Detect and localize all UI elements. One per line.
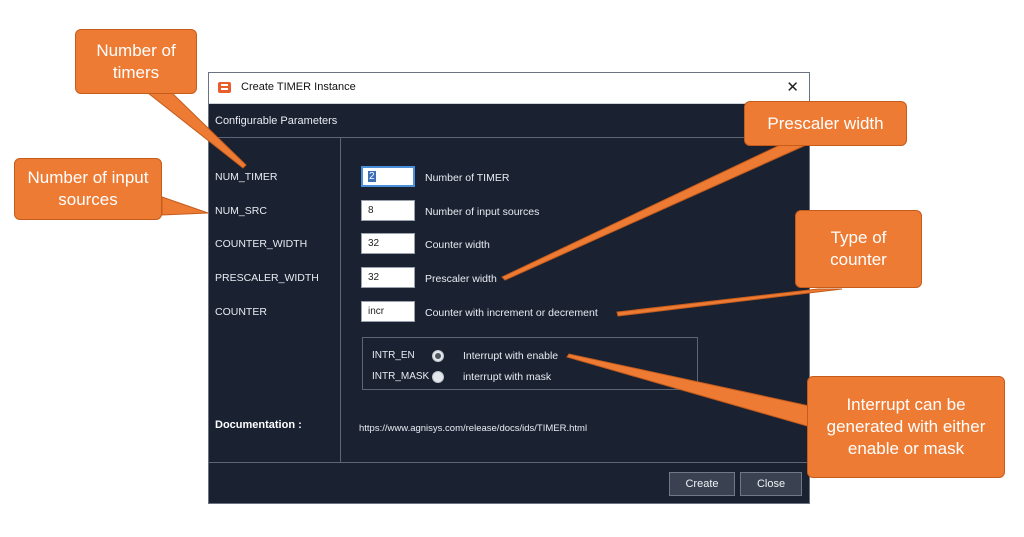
create-button[interactable]: Create (669, 472, 735, 496)
callout-prescaler-width: Prescaler width (744, 101, 907, 146)
intr-en-radio[interactable] (432, 350, 444, 362)
app-icon (218, 82, 231, 93)
counter-width-input[interactable]: 32 (361, 233, 415, 254)
param-desc-num-timer: Number of TIMER (425, 172, 510, 184)
interrupt-radio-group: INTR_EN Interrupt with enable INTR_MASK … (362, 337, 698, 390)
num-timer-input[interactable]: 2 (361, 166, 415, 187)
radio-desc-intr-en: Interrupt with enable (463, 350, 559, 362)
column-divider (340, 138, 341, 462)
window-title: Create TIMER Instance (241, 81, 356, 93)
callout-number-of-timers: Number of timers (75, 29, 197, 94)
intr-mask-radio[interactable] (432, 371, 444, 383)
documentation-label: Documentation : (215, 419, 302, 431)
callout-number-of-input-sources: Number of input sources (14, 158, 162, 220)
param-desc-num-src: Number of input sources (425, 206, 540, 218)
radio-desc-intr-mask: interrupt with mask (463, 371, 552, 383)
param-label-prescaler-width: PRESCALER_WIDTH (215, 272, 319, 284)
param-label-num-timer: NUM_TIMER (215, 171, 278, 183)
section-header-label: Configurable Parameters (215, 115, 338, 127)
param-desc-counter: Counter with increment or decrement (425, 307, 598, 319)
counter-input[interactable]: incr (361, 301, 415, 322)
param-label-num-src: NUM_SRC (215, 205, 267, 217)
prescaler-width-input[interactable]: 32 (361, 267, 415, 288)
num-src-input[interactable]: 8 (361, 200, 415, 221)
footer-divider (209, 462, 809, 463)
callout-interrupt: Interrupt can be generated with either e… (807, 376, 1005, 478)
documentation-link[interactable]: https://www.agnisys.com/release/docs/ids… (359, 423, 587, 434)
param-label-counter-width: COUNTER_WIDTH (215, 238, 308, 250)
param-desc-prescaler-width: Prescaler width (425, 273, 497, 285)
arrow-num-sources (161, 196, 209, 216)
create-timer-dialog: Create TIMER Instance ✕ Configurable Par… (208, 72, 810, 504)
section-header: Configurable Parameters (209, 104, 809, 138)
radio-label-intr-en: INTR_EN (372, 350, 415, 361)
param-label-counter: COUNTER (215, 306, 267, 318)
callout-type-of-counter: Type of counter (795, 210, 922, 288)
close-button[interactable]: Close (740, 472, 802, 496)
param-desc-counter-width: Counter width (425, 239, 490, 251)
title-bar: Create TIMER Instance ✕ (209, 73, 809, 104)
close-icon[interactable]: ✕ (786, 78, 799, 96)
radio-label-intr-mask: INTR_MASK (372, 371, 430, 382)
